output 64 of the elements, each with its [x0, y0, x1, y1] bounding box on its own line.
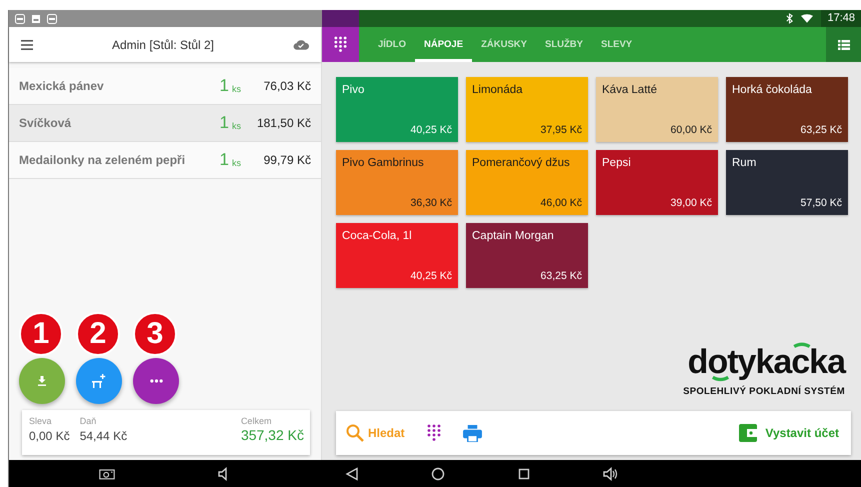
- item-name: Medailonky na zeleném pepři: [19, 153, 186, 167]
- product-tile[interactable]: Pivo 40,25 Kč: [336, 77, 458, 142]
- keypad-icon[interactable]: [426, 424, 441, 442]
- item-quantity: 1: [220, 113, 229, 133]
- product-tile[interactable]: Rum 57,50 Kč: [726, 150, 848, 215]
- order-row[interactable]: Svíčková 1 ks 181,50 Kč: [9, 105, 321, 142]
- discount-label: Sleva: [29, 416, 53, 426]
- item-price: 76,03 Kč: [262, 79, 311, 93]
- status-bar-panel: [322, 10, 359, 27]
- cloud-check-icon: [293, 39, 309, 50]
- notification-icon: [15, 14, 25, 24]
- product-tile[interactable]: Limonáda 37,95 Kč: [466, 77, 588, 142]
- notification-icon: [47, 14, 57, 24]
- item-price: 99,79 Kč: [262, 153, 311, 167]
- search-icon: [346, 424, 364, 442]
- number-badge: 1: [19, 312, 63, 356]
- list-icon: [838, 40, 850, 50]
- product-tile[interactable]: Pomerančový džus 46,00 Kč: [466, 150, 588, 215]
- recents-icon[interactable]: [516, 466, 532, 480]
- product-tile[interactable]: Horká čokoláda 63,25 Kč: [726, 77, 848, 142]
- clock-time: 17:48: [821, 10, 861, 27]
- tax-label: Daň: [80, 416, 98, 426]
- home-icon[interactable]: [430, 466, 446, 480]
- tax-value: 54,44 Kč: [80, 429, 128, 443]
- image-icon: [31, 14, 41, 24]
- volume-icon[interactable]: [602, 466, 618, 480]
- keypad-icon: [334, 36, 347, 53]
- item-unit: ks: [232, 158, 241, 168]
- product-tile[interactable]: Káva Latté 60,00 Kč: [596, 77, 718, 142]
- invoice-button[interactable]: Vystavit účet: [739, 424, 839, 442]
- item-name: Svíčková: [19, 116, 72, 130]
- download-icon: [37, 376, 47, 386]
- discount-value: 0,00 Kč: [29, 429, 70, 443]
- table-plus-icon: [92, 374, 106, 388]
- product-tile[interactable]: Coca-Cola, 1l 40,25 Kč: [336, 223, 458, 288]
- logo-tagline: SPOLEHLIVÝ POKLADNÍ SYSTÉM: [683, 386, 845, 397]
- product-tile[interactable]: Pepsi 39,00 Kč: [596, 150, 718, 215]
- action-button[interactable]: [76, 358, 122, 404]
- item-unit: ks: [232, 84, 241, 94]
- category-tab[interactable]: NÁPOJE: [414, 27, 472, 62]
- wallet-icon: [739, 424, 758, 442]
- wifi-icon: [801, 14, 814, 23]
- order-title: Admin [Stůl: Stůl 2]: [110, 38, 216, 52]
- logo-wordmark: dotykacka: [688, 342, 845, 382]
- bluetooth-icon: [786, 13, 794, 24]
- keypad-button[interactable]: [322, 27, 359, 62]
- number-badge: 3: [133, 312, 177, 356]
- item-unit: ks: [232, 120, 241, 130]
- total-value: 357,32 Kč: [240, 427, 304, 443]
- list-view-button[interactable]: [826, 27, 861, 62]
- item-name: Mexická pánev: [19, 79, 105, 93]
- back-icon[interactable]: [344, 466, 360, 480]
- total-label: Celkem: [240, 416, 272, 426]
- action-button[interactable]: [133, 358, 179, 404]
- menu-icon[interactable]: [21, 40, 33, 50]
- product-tile[interactable]: Captain Morgan 63,25 Kč: [466, 223, 588, 288]
- item-quantity: 1: [220, 150, 229, 170]
- number-badge: 2: [76, 312, 120, 356]
- item-quantity: 1: [220, 76, 229, 96]
- more-icon: [150, 379, 162, 383]
- screenshot-icon[interactable]: [99, 466, 116, 480]
- printer-icon[interactable]: [462, 424, 482, 442]
- product-tile[interactable]: Pivo Gambrinus 36,30 Kč: [336, 150, 458, 215]
- item-price: 181,50 Kč: [256, 116, 311, 130]
